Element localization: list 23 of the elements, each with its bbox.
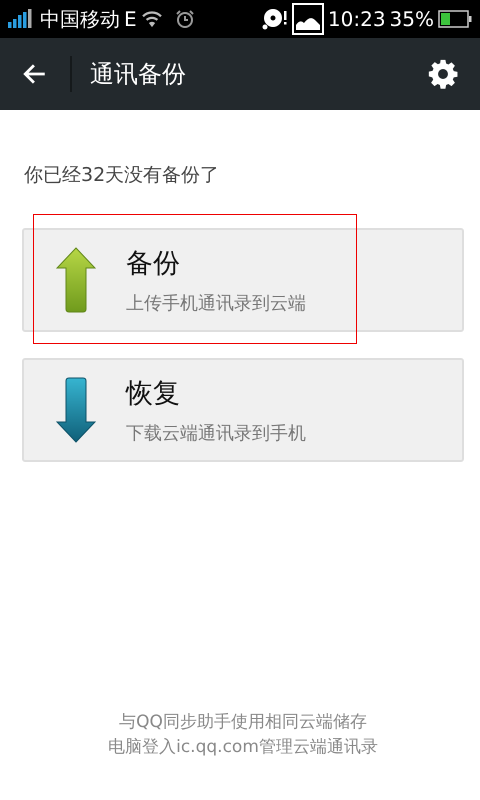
clock-time: 10:23 — [328, 9, 386, 29]
footer-note: 电脑登入ic.qq.com管理云端通讯录 — [108, 736, 378, 758]
action-subtitle: 下载云端通讯录到手机 — [126, 422, 306, 445]
footer-note: 与QQ同步助手使用相同云端储存 — [119, 711, 367, 733]
up-arrow-icon — [56, 247, 96, 313]
backup-button[interactable]: 备份 上传手机通讯录到云端 — [22, 228, 464, 332]
down-arrow-icon — [56, 377, 96, 443]
alarm-clock-icon — [174, 9, 195, 29]
backup-notice: 你已经32天没有备份了 — [24, 163, 220, 188]
image-icon — [292, 3, 324, 35]
battery-percent: 35% — [390, 9, 434, 29]
action-subtitle: 上传手机通讯录到云端 — [126, 292, 306, 315]
action-title: 恢复 — [126, 377, 181, 411]
restore-button[interactable]: 恢复 下载云端通讯录到手机 — [22, 358, 464, 462]
wifi-icon — [140, 10, 163, 28]
battery-icon — [438, 10, 472, 28]
page-title: 通讯备份 — [90, 59, 187, 90]
disc-icon — [262, 8, 288, 30]
action-title: 备份 — [126, 247, 181, 281]
carrier-name: 中国移动 — [40, 9, 120, 29]
settings-icon[interactable] — [426, 57, 460, 91]
signal-icon — [8, 9, 32, 29]
network-type: E — [124, 9, 137, 29]
